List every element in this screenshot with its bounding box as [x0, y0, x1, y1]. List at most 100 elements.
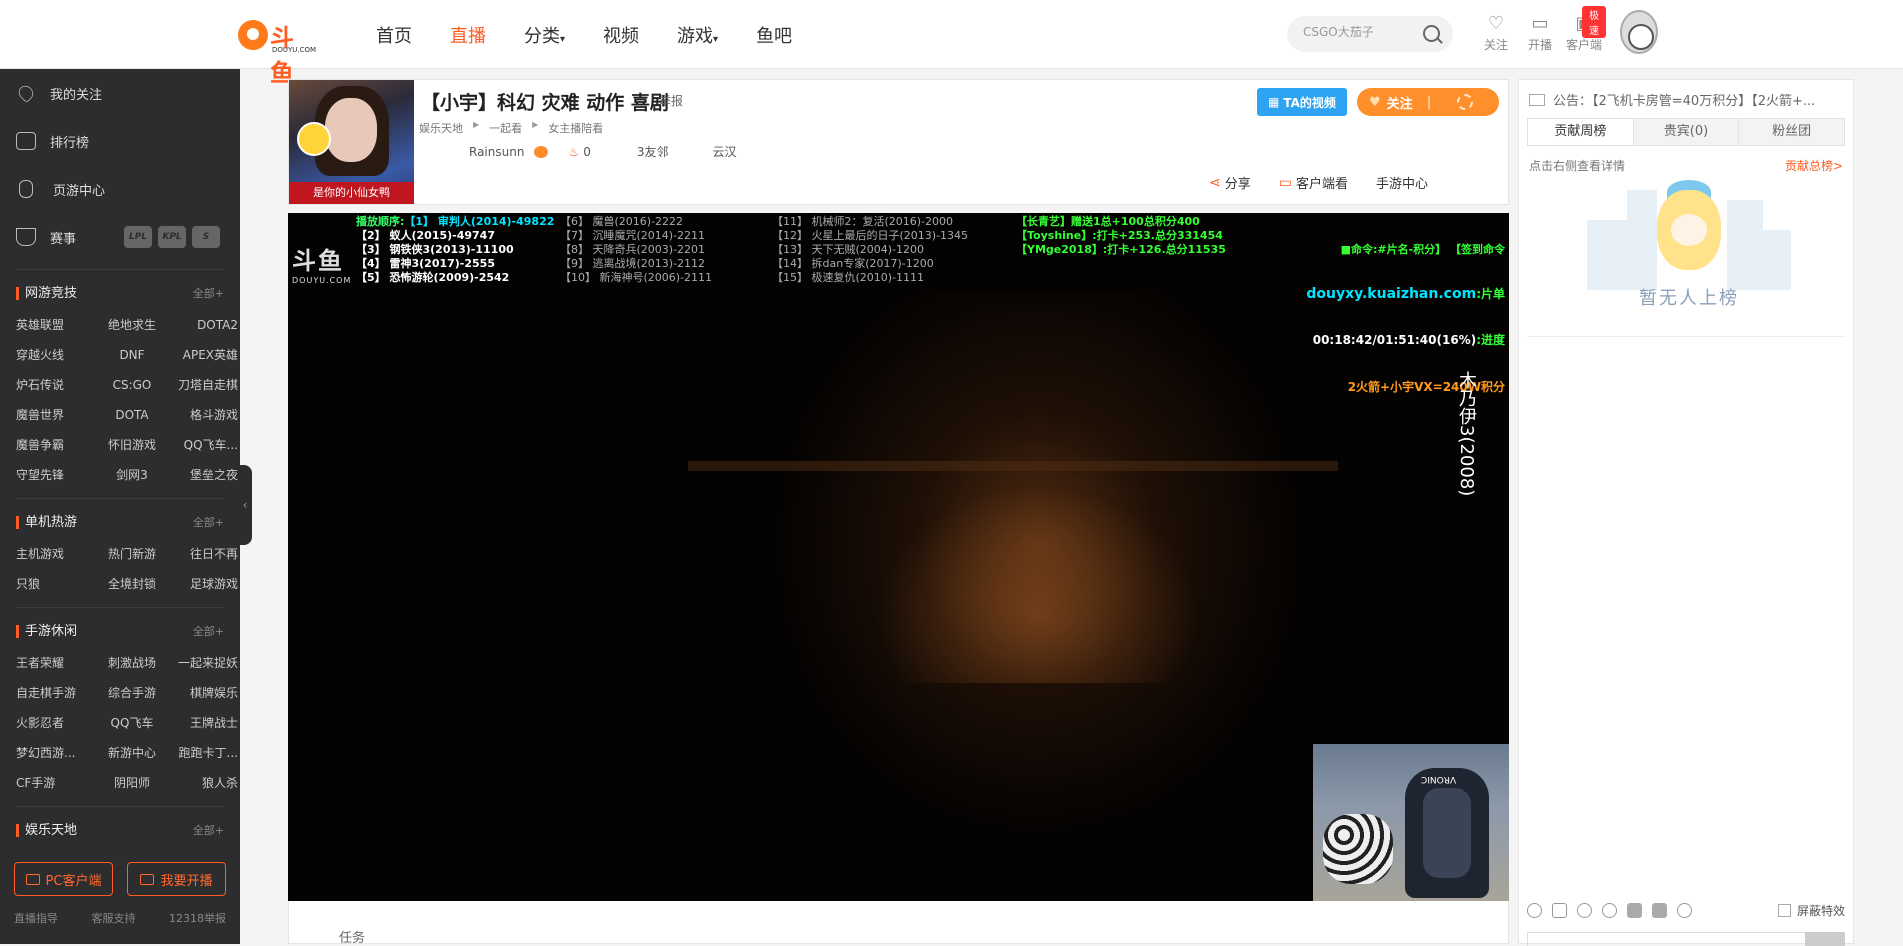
category-tag[interactable]: 梦幻西游... — [16, 738, 96, 768]
video-player[interactable]: 斗鱼 DOUYU.COM 播放顺序:【1】 审判人(2014)-49822 【2… — [288, 213, 1509, 901]
nav-video[interactable]: 视频 — [603, 22, 639, 48]
category-tag[interactable]: 只狼 — [16, 569, 96, 599]
category-tag[interactable]: 剑网3 — [96, 460, 168, 490]
category-tag[interactable]: QQ飞车... — [168, 430, 238, 460]
league-logo-icon[interactable]: S — [192, 226, 221, 248]
category-tag[interactable]: 新游中心 — [96, 738, 168, 768]
category-tag[interactable]: 主机游戏 — [16, 539, 96, 569]
nav-category[interactable]: 分类▾ — [524, 22, 565, 48]
mute-effects-toggle[interactable]: 屏蔽特效 — [1777, 902, 1845, 919]
footer-link-guide[interactable]: 直播指导 — [14, 910, 58, 926]
section-more-link[interactable]: 全部+ — [193, 514, 224, 530]
playlist-entry: 【1】 审判人(2014)-49822 — [404, 215, 555, 228]
category-tag[interactable]: 综合手游 — [96, 678, 168, 708]
category-tag[interactable]: 往日不再 — [168, 539, 238, 569]
fan-badge-icon[interactable] — [1627, 903, 1642, 918]
sidebar-item-events[interactable]: 赛事 LPL KPL S — [0, 213, 240, 261]
search-input[interactable] — [1303, 25, 1413, 39]
category-tag[interactable]: 一起来捉妖 — [168, 648, 238, 678]
category-tag[interactable]: 炉石传说 — [16, 370, 96, 400]
category-tag[interactable]: 王牌战士 — [168, 708, 238, 738]
category-tag[interactable]: 格斗游戏 — [168, 400, 238, 430]
share-button[interactable]: ⋖ 分享 — [1209, 173, 1251, 193]
client-watch-button[interactable]: ▭ 客户端看 — [1279, 173, 1348, 193]
total-rank-link[interactable]: 贡献总榜> — [1785, 157, 1843, 174]
category-tag[interactable]: APEX英雄 — [168, 340, 238, 370]
section-more-link[interactable]: 全部+ — [193, 822, 224, 838]
footer-link-support[interactable]: 客服支持 — [92, 910, 136, 926]
pc-client-button[interactable]: PC客户端 — [14, 862, 113, 896]
category-tag[interactable]: 火影忍者 — [16, 708, 96, 738]
category-tag[interactable]: 怀旧游戏 — [96, 430, 168, 460]
friends-link[interactable]: 3友邻 — [637, 143, 669, 160]
footer-link-report[interactable]: 12318举报 — [169, 910, 226, 926]
link-icon[interactable] — [1677, 903, 1692, 918]
breadcrumb-item[interactable]: 女主播陪看 — [548, 120, 603, 136]
sidebar-collapse-button[interactable]: ‹ — [238, 465, 252, 545]
kpl-logo-icon[interactable]: KPL — [158, 226, 187, 248]
task-label[interactable]: 任务 — [339, 927, 365, 946]
nav-live[interactable]: 直播 — [450, 22, 486, 48]
tag-grid: 英雄联盟 绝地求生 DOTA2 穿越火线 DNF APEX英雄 炉石传说 CS:… — [16, 310, 238, 490]
follow-nav-button[interactable]: ♡ 关注 — [1474, 14, 1518, 53]
anchor-name[interactable]: Rainsunn — [469, 145, 524, 159]
category-tag[interactable]: 守望先锋 — [16, 460, 96, 490]
mail-icon[interactable] — [1552, 903, 1567, 918]
category-tag[interactable]: 王者荣耀 — [16, 648, 96, 678]
start-live-button[interactable]: ▭ 开播 — [1518, 14, 1562, 53]
guild-name[interactable]: 云汉 — [712, 143, 736, 160]
category-tag[interactable]: 热门新游 — [96, 539, 168, 569]
category-tag[interactable]: 魔兽争霸 — [16, 430, 96, 460]
search-icon[interactable] — [1423, 25, 1440, 42]
sidebar-item-rank[interactable]: 排行榜 — [0, 117, 240, 165]
sidebar-item-follow[interactable]: 我的关注 — [0, 69, 240, 117]
room-actions: ⋖ 分享 ▭ 客户端看 手游中心 — [1209, 173, 1456, 193]
category-tag[interactable]: CF手游 — [16, 768, 96, 798]
category-tag[interactable]: 跑跑卡丁... — [168, 738, 238, 768]
category-tag[interactable]: 英雄联盟 — [16, 310, 96, 340]
tab-vip[interactable]: 贵宾(0) — [1634, 119, 1740, 145]
category-tag[interactable]: 刺激战场 — [96, 648, 168, 678]
emoji-icon[interactable] — [1527, 903, 1542, 918]
category-tag[interactable]: 阴阳师 — [96, 768, 168, 798]
category-tag[interactable]: DOTA2 — [168, 310, 238, 340]
follow-button[interactable]: ♥ 关注 | — [1357, 88, 1499, 116]
category-tag[interactable]: DOTA — [96, 400, 168, 430]
category-tag[interactable]: 全境封锁 — [96, 569, 168, 599]
section-more-link[interactable]: 全部+ — [193, 285, 224, 301]
category-tag[interactable]: 狼人杀 — [168, 768, 238, 798]
nav-games[interactable]: 游戏▾ — [677, 22, 718, 48]
report-link[interactable]: 举报 — [659, 92, 683, 109]
horn-icon[interactable] — [1577, 903, 1592, 918]
category-tag[interactable]: 绝地求生 — [96, 310, 168, 340]
client-button[interactable]: 极速 ▣ 客户端 — [1562, 6, 1606, 53]
category-tag[interactable]: DNF — [96, 340, 168, 370]
tab-weekly-contribution[interactable]: 贡献周榜 — [1528, 119, 1634, 145]
noble-badge-icon[interactable] — [1652, 903, 1667, 918]
nav-fishbar[interactable]: 鱼吧 — [756, 22, 792, 48]
category-tag[interactable]: 棋牌娱乐 — [168, 678, 238, 708]
nav-home[interactable]: 首页 — [376, 22, 412, 48]
tab-fan-club[interactable]: 粉丝团 — [1739, 119, 1844, 145]
anchor-avatar[interactable]: 是你的小仙女鸭 — [289, 80, 414, 204]
category-tag[interactable]: 魔兽世界 — [16, 400, 96, 430]
go-live-button[interactable]: 我要开播 — [127, 862, 226, 896]
breadcrumb-item[interactable]: 娱乐天地 — [419, 120, 463, 136]
section-more-link[interactable]: 全部+ — [193, 623, 224, 639]
category-tag[interactable]: 刀塔自走棋 — [168, 370, 238, 400]
category-tag[interactable]: 足球游戏 — [168, 569, 238, 599]
category-tag[interactable]: CS:GO — [96, 370, 168, 400]
category-tag[interactable]: 堡垒之夜 — [168, 460, 238, 490]
sidebar-item-webgames[interactable]: 页游中心 — [0, 165, 240, 213]
mobile-center-button[interactable]: 手游中心 — [1376, 173, 1428, 192]
lpl-logo-icon[interactable]: LPL — [124, 226, 153, 248]
category-tag[interactable]: 自走棋手游 — [16, 678, 96, 708]
user-avatar[interactable] — [1620, 10, 1658, 54]
category-tag[interactable]: 穿越火线 — [16, 340, 96, 370]
loading-icon — [1457, 94, 1474, 110]
breadcrumb-item[interactable]: 一起看 — [489, 120, 522, 136]
ta-video-button[interactable]: ▦ TA的视频 — [1257, 88, 1347, 116]
category-tag[interactable]: QQ飞车 — [96, 708, 168, 738]
crown-icon[interactable] — [1602, 903, 1617, 918]
douyu-logo[interactable]: 斗鱼 DOUYU.COM — [238, 18, 318, 87]
